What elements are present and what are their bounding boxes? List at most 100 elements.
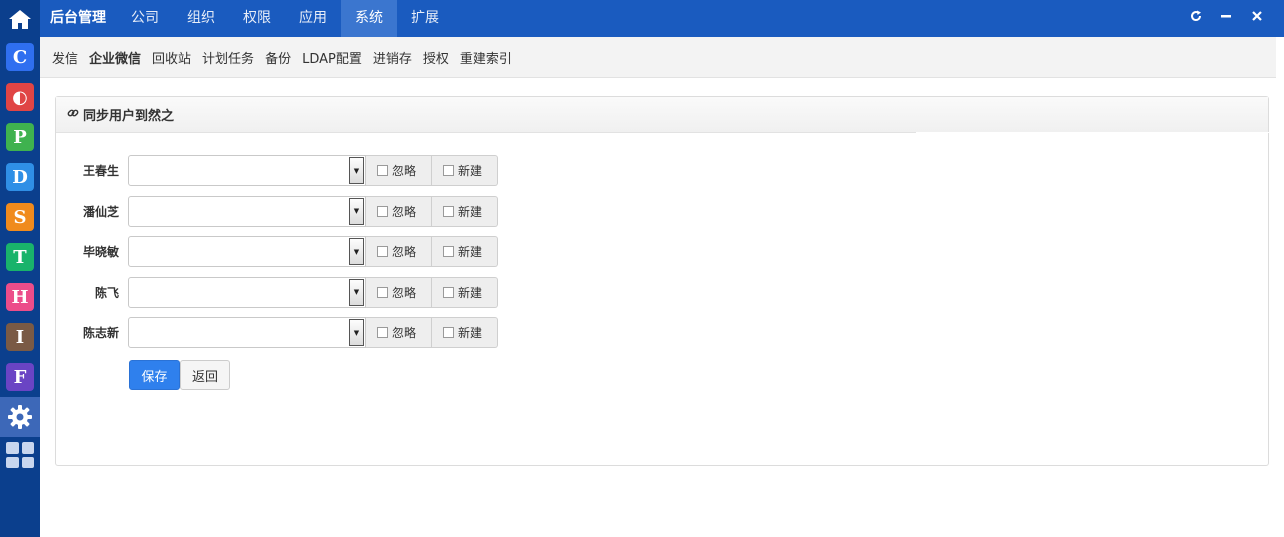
new-checkbox[interactable] [443,246,454,257]
grid-cell-icon [21,456,34,468]
ignore-checkbox[interactable] [377,205,388,217]
user-name-label: 潘仙芝 [82,204,119,219]
user-select[interactable]: ▼ [128,155,366,186]
user-select[interactable]: ▼ [128,276,366,308]
home-icon [9,9,31,29]
ignore-checkbox[interactable] [377,327,388,338]
t-app-icon[interactable]: T [6,243,34,271]
user-name-label: 陈飞 [94,285,119,300]
user-name-label: 陈志新 [82,326,119,340]
grid-cell-icon [6,442,19,454]
subnav-license[interactable]: 授权 [423,48,449,67]
subnav-ldap[interactable]: LDAP配置 [302,48,362,67]
chevron-down-icon[interactable]: ▼ [349,157,364,184]
settings-button[interactable] [0,397,40,437]
ignore-label: 忽略 [392,164,417,178]
subnav-wechat[interactable]: 企业微信 [89,48,141,67]
sub-nav-bar: 发信 企业微信 回收站 计划任务 备份 LDAP配置 进销存 授权 重建索引 [40,37,1276,78]
app-grid-button[interactable] [6,442,34,468]
subnav-mail[interactable]: 发信 [52,48,78,67]
half-circle-app-icon[interactable]: ◐ [6,83,34,111]
new-checkbox[interactable] [443,205,454,217]
new-label: 新建 [458,164,483,178]
user-row: 毕晓敏 ▼ 忽略 新建 [56,236,516,268]
ignore-checkbox[interactable] [377,246,388,257]
sub-nav: 发信 企业微信 回收站 计划任务 备份 LDAP配置 进销存 授权 重建索引 [40,37,1276,78]
link-icon [67,107,79,122]
h-app-icon[interactable]: H [6,283,34,311]
tab-extension[interactable]: 扩展 [397,0,453,37]
user-row: 陈志新 ▼ 忽略 新建 [56,317,516,349]
s-app-icon[interactable]: S [6,203,34,231]
tab-company[interactable]: 公司 [117,0,173,37]
panel-header: 同步用户到然之 [56,97,1268,133]
tab-permission[interactable]: 权限 [229,0,285,37]
ignore-option[interactable]: 忽略 [366,195,432,227]
new-checkbox[interactable] [443,165,454,176]
new-checkbox[interactable] [443,327,454,338]
app-dock: C ◐ P D S T H I F [0,0,40,537]
ignore-label: 忽略 [392,285,417,300]
ignore-label: 忽略 [392,204,417,219]
f-app-icon[interactable]: F [6,363,34,391]
ignore-label: 忽略 [392,245,417,259]
subnav-cron[interactable]: 计划任务 [202,48,254,67]
user-select[interactable]: ▼ [128,317,366,348]
subnav-backup[interactable]: 备份 [265,48,291,67]
ignore-label: 忽略 [392,326,417,340]
tab-system[interactable]: 系统 [341,0,397,37]
back-button[interactable]: 返回 [180,360,230,390]
home-button[interactable] [0,0,40,37]
brand-title: 后台管理 [50,10,106,26]
chevron-down-icon[interactable]: ▼ [349,278,364,306]
chevron-down-icon[interactable]: ▼ [349,197,364,225]
d-app-icon[interactable]: D [6,163,34,191]
tab-application[interactable]: 应用 [285,0,341,37]
user-row: 潘仙芝 ▼ 忽略 新建 [56,195,516,228]
new-label: 新建 [458,204,483,219]
chevron-down-icon[interactable]: ▼ [349,319,364,346]
new-checkbox[interactable] [443,286,454,298]
user-select[interactable]: ▼ [128,195,366,227]
grid-cell-icon [6,456,19,468]
grid-cell-icon [21,442,34,454]
new-label: 新建 [458,326,483,340]
scrollbar-stub [1276,37,1284,78]
user-row: 陈飞 ▼ 忽略 新建 [56,276,516,309]
tab-organization[interactable]: 组织 [173,0,229,37]
p-app-icon[interactable]: P [6,123,34,151]
new-option[interactable]: 新建 [432,236,498,267]
user-name-label: 毕晓敏 [82,245,119,259]
ignore-option[interactable]: 忽略 [366,155,432,186]
chevron-down-icon[interactable]: ▼ [349,238,364,265]
new-option[interactable]: 新建 [432,195,498,227]
user-row: 王春生 ▼ 忽略 新建 [56,155,516,187]
ignore-option[interactable]: 忽略 [366,236,432,267]
gear-icon [8,405,32,429]
ignore-option[interactable]: 忽略 [366,276,432,308]
close-button[interactable] [1247,0,1267,37]
save-button[interactable]: 保存 [129,360,180,390]
minimize-icon [1221,15,1231,18]
minimize-button[interactable] [1216,0,1236,37]
c-app-icon[interactable]: C [6,43,34,71]
new-label: 新建 [458,245,483,259]
header-divider [916,132,1269,133]
ignore-checkbox[interactable] [377,286,388,298]
top-bar: 后台管理 公司 组织 权限 应用 系统 扩展 [40,0,1284,37]
ignore-checkbox[interactable] [377,165,388,176]
sync-users-panel: 同步用户到然之 王春生 ▼ 忽略 新建 潘仙芝 ▼ 忽略 新建 毕晓敏 ▼ 忽略 新建 陈飞 ▼ 忽略 新建陈… [55,96,1269,466]
i-app-icon[interactable]: I [6,323,34,351]
user-name-label: 王春生 [82,164,119,178]
subnav-reindex[interactable]: 重建索引 [460,48,512,67]
subnav-psi[interactable]: 进销存 [373,48,412,67]
new-option[interactable]: 新建 [432,276,498,308]
panel-title: 同步用户到然之 [83,109,175,124]
new-label: 新建 [458,285,483,300]
subnav-trash[interactable]: 回收站 [152,48,191,67]
new-option[interactable]: 新建 [432,317,498,348]
refresh-button[interactable] [1186,0,1206,37]
new-option[interactable]: 新建 [432,155,498,186]
user-select[interactable]: ▼ [128,236,366,267]
ignore-option[interactable]: 忽略 [366,317,432,348]
